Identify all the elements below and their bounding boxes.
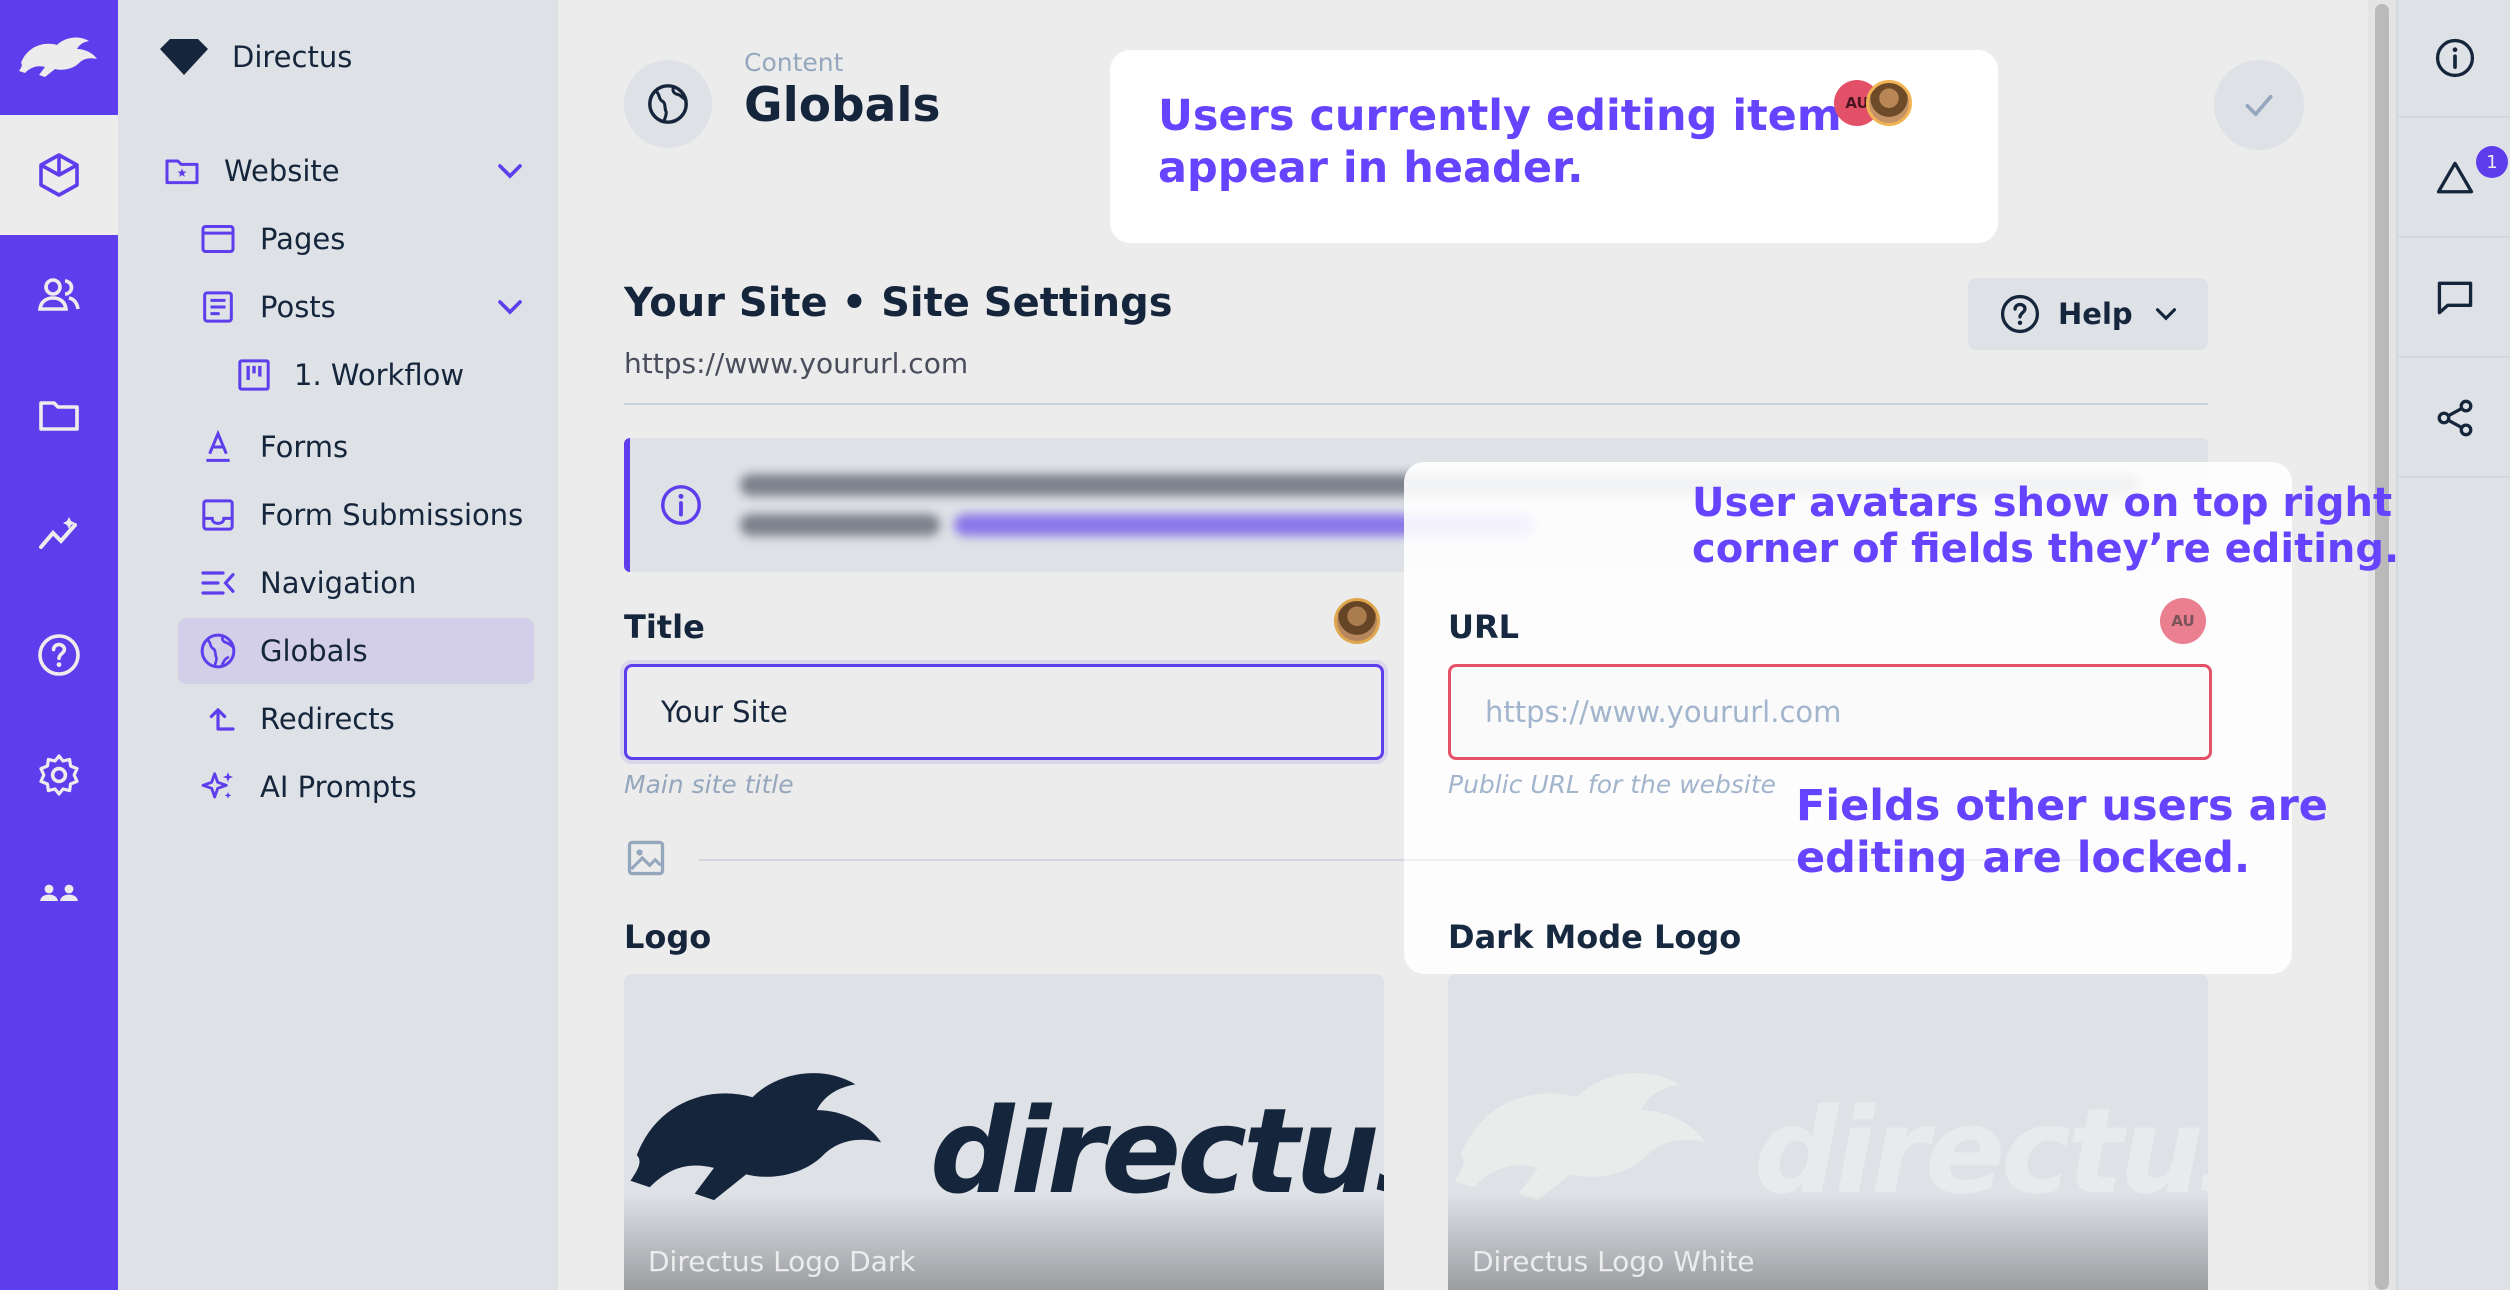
callout-text: corner of fields they’re editing. xyxy=(1692,526,2400,572)
url-field-editor-avatar: AU xyxy=(2160,598,2206,644)
dark-logo-field-label: Dark Mode Logo xyxy=(1448,918,1742,956)
url-field-label: URL xyxy=(1448,608,1520,646)
callout-avatar-photo xyxy=(1866,80,1912,126)
callout-text: Fields other users are xyxy=(1796,781,2328,831)
callout-text: editing are locked. xyxy=(1796,833,2251,883)
url-input-spotlight[interactable] xyxy=(1448,664,2212,760)
callout-header-presence: Users currently editing item appear in h… xyxy=(1110,50,1998,243)
avatar-initials: AU xyxy=(2171,612,2195,630)
callout-text: Users currently editing item xyxy=(1158,91,1842,141)
callout-text: appear in header. xyxy=(1158,143,1584,193)
callout-text: User avatars show on top right xyxy=(1692,480,2393,526)
callout-field-avatars: User avatars show on top right corner of… xyxy=(1404,462,2399,974)
url-field-note: Public URL for the website xyxy=(1448,770,1777,799)
